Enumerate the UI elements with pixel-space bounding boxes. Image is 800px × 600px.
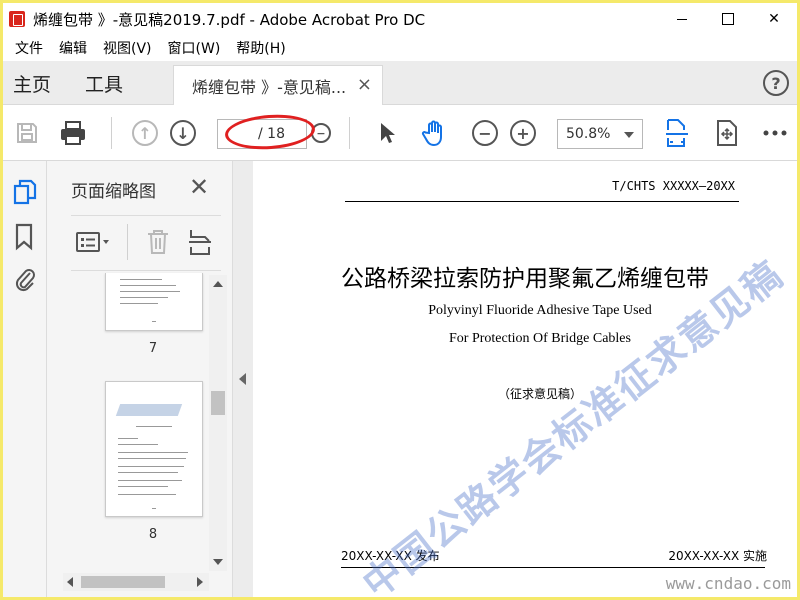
save-icon[interactable] <box>13 119 41 147</box>
close-tab-icon[interactable]: × <box>357 74 372 95</box>
full-screen-button[interactable] <box>713 119 741 147</box>
page-thumbnails-icon[interactable] <box>13 179 37 205</box>
thumbnail-label: 8 <box>148 527 158 542</box>
fit-page-button[interactable] <box>663 119 691 147</box>
thumbnails-horizontal-scrollbar[interactable] <box>63 573 209 591</box>
site-watermark: www.cndao.com <box>665 574 791 593</box>
zoom-select[interactable]: 50.8% <box>557 119 643 149</box>
help-icon[interactable]: ? <box>763 70 789 96</box>
select-tool-button[interactable] <box>373 119 401 147</box>
attachment-icon[interactable] <box>13 265 37 292</box>
window-title: 烯缠包带 》-意见稿2019.7.pdf - Adobe Acrobat Pro… <box>33 10 426 29</box>
delete-page-icon[interactable] <box>145 228 171 260</box>
panel-collapse-strip[interactable] <box>233 161 253 597</box>
menu-help[interactable]: 帮助(H) <box>228 38 293 58</box>
zoom-out-button[interactable]: − <box>471 119 499 147</box>
hand-tool-button[interactable] <box>421 119 449 147</box>
scroll-thumb[interactable] <box>81 576 165 588</box>
minimize-button[interactable] <box>659 3 705 35</box>
thumbnail-page-8[interactable] <box>105 381 203 517</box>
insert-page-icon[interactable] <box>187 228 213 260</box>
tab-bar: 主页 工具 烯缠包带 》-意见稿... × ? <box>3 61 797 105</box>
window-controls: ✕ <box>659 3 797 35</box>
panel-divider <box>127 224 128 260</box>
document-tab-label: 烯缠包带 》-意见稿... <box>192 77 347 97</box>
tab-tools[interactable]: 工具 <box>85 70 123 97</box>
toolbar-divider <box>111 117 112 149</box>
app-window: 烯缠包带 》-意见稿2019.7.pdf - Adobe Acrobat Pro… <box>0 0 800 600</box>
title-bar: 烯缠包带 》-意见稿2019.7.pdf - Adobe Acrobat Pro… <box>3 3 797 35</box>
thumbnails-vertical-scrollbar[interactable] <box>209 275 227 571</box>
scroll-thumb[interactable] <box>211 391 225 415</box>
implement-date: 20XX-XX-XX 实施 <box>668 549 767 563</box>
thumbnail-figure <box>115 404 183 416</box>
next-page-button[interactable]: ↓ <box>169 119 197 147</box>
menu-view[interactable]: 视图(V) <box>95 38 160 58</box>
scroll-up-icon[interactable] <box>213 281 223 287</box>
panel-title: 页面缩略图 <box>71 182 156 202</box>
close-panel-icon[interactable]: ✕ <box>189 173 209 201</box>
main-toolbar: ↑ ↓ / 18 − − + 50.8% <box>3 105 797 161</box>
panel-toolbar <box>71 215 221 271</box>
arrow-up-icon: ↑ <box>132 120 158 146</box>
chevron-down-icon <box>624 132 634 138</box>
thumbnails-panel: 页面缩略图 ✕ 7 8 <box>47 161 233 597</box>
thumbnail-label: 7 <box>148 341 158 356</box>
close-window-button[interactable]: ✕ <box>751 3 797 35</box>
document-view[interactable]: T/CHTS XXXXX—20XX 公路桥梁拉索防护用聚氟乙烯缠包带 Polyv… <box>253 161 797 597</box>
thumbnail-options-icon[interactable] <box>75 230 111 258</box>
scroll-down-icon[interactable] <box>213 559 223 565</box>
header-rule <box>345 201 739 202</box>
plus-icon: + <box>510 120 536 146</box>
draft-note: （征求意见稿） <box>497 387 582 401</box>
minus-icon: − <box>472 120 498 146</box>
menu-window[interactable]: 窗口(W) <box>160 38 229 58</box>
scroll-left-icon[interactable] <box>67 577 73 587</box>
menu-file[interactable]: 文件 <box>7 38 51 58</box>
tab-home[interactable]: 主页 <box>13 70 51 97</box>
scroll-right-icon[interactable] <box>197 577 203 587</box>
acrobat-app-icon <box>9 11 25 27</box>
previous-page-button[interactable]: ↑ <box>131 119 159 147</box>
menu-edit[interactable]: 编辑 <box>51 38 95 58</box>
standard-code: T/CHTS XXXXX—20XX <box>612 179 735 193</box>
menu-bar: 文件 编辑 视图(V) 窗口(W) 帮助(H) <box>3 35 797 61</box>
print-icon[interactable] <box>59 119 87 147</box>
arrow-down-icon: ↓ <box>170 120 196 146</box>
navigation-rail <box>3 161 47 597</box>
thumbnail-page-7[interactable] <box>105 273 203 331</box>
zoom-value: 50.8% <box>566 126 611 142</box>
bookmark-icon[interactable] <box>13 223 37 251</box>
toolbar-divider <box>349 117 350 149</box>
maximize-button[interactable] <box>705 3 751 35</box>
collapse-arrow-icon[interactable] <box>239 373 246 385</box>
more-tools-icon[interactable] <box>761 119 789 147</box>
tab-document[interactable]: 烯缠包带 》-意见稿... × <box>173 65 383 105</box>
zoom-in-button[interactable]: + <box>509 119 537 147</box>
